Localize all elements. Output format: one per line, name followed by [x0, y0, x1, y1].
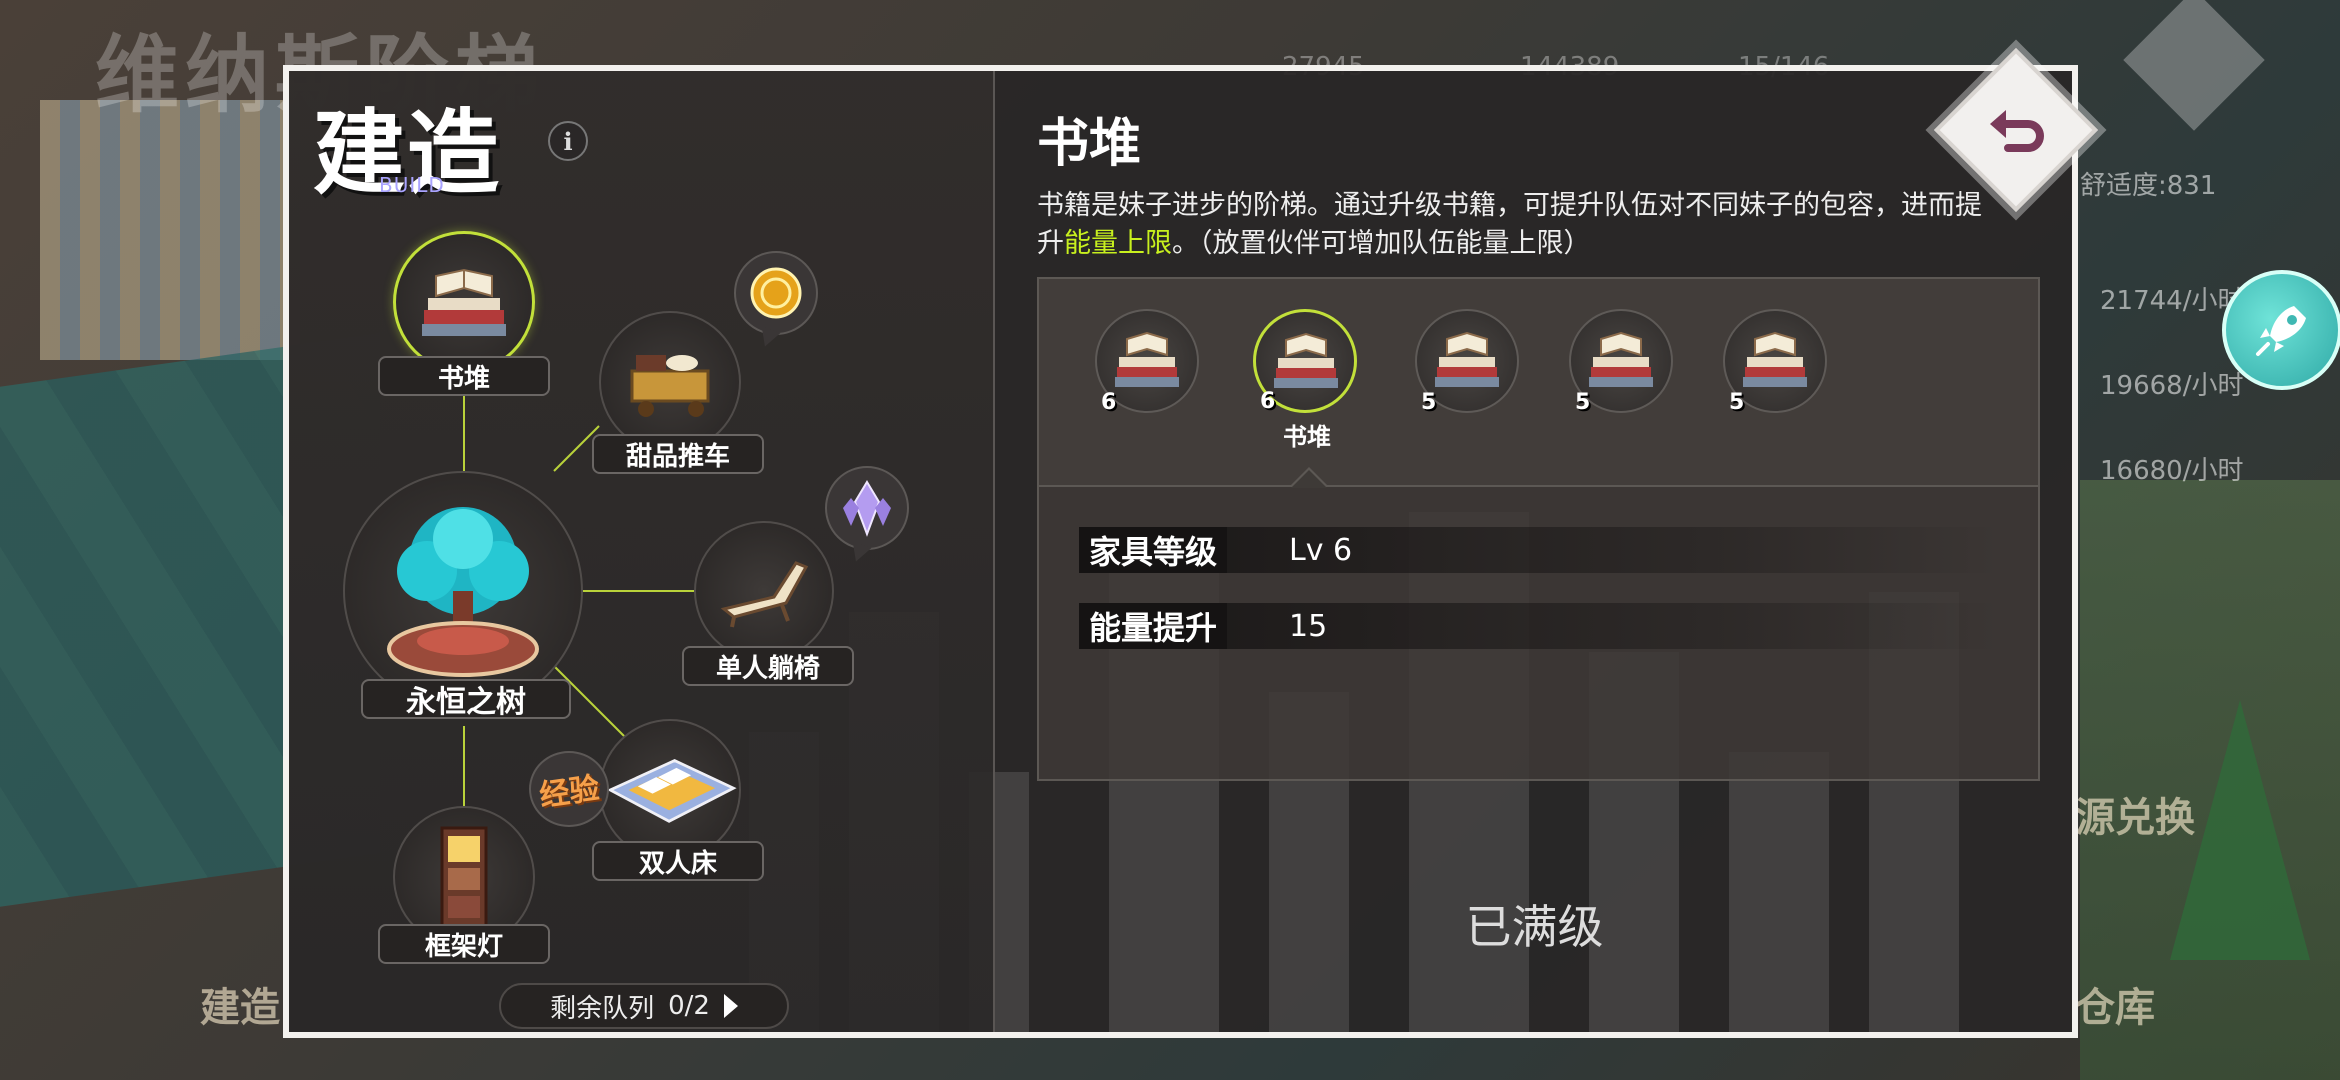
desc-highlight: 能量上限: [1064, 228, 1172, 259]
exp-reward-bubble: 经验: [529, 751, 609, 827]
stat-row-furniture-level: 家具等级 Lv 6: [1079, 527, 1999, 573]
tree-node-eternal-tree-label: 永恒之树: [361, 679, 571, 720]
level-slot-number: 5: [1575, 390, 1591, 415]
max-level-status: 已满级: [1465, 900, 1604, 954]
tree-node-double-bed-label: 双人床: [592, 841, 764, 881]
tree-node-frame-lamp-label: 框架灯: [378, 924, 550, 964]
tree-node-dessert-cart-label: 甜品推车: [592, 434, 764, 474]
queue-label: 剩余队列: [550, 993, 655, 1024]
exp-badge: 经验: [537, 770, 602, 814]
level-slot-1[interactable]: 6: [1095, 309, 1199, 415]
stat-value: 15: [1289, 608, 1328, 644]
stat-value: Lv 6: [1289, 532, 1353, 568]
tree-node-double-bed[interactable]: [599, 719, 741, 861]
item-description: 书籍是妹子进步的阶梯。通过升级书籍，可提升队伍对不同妹子的包容，进而提升能量上限…: [1037, 187, 1997, 263]
double-bed-icon: [607, 759, 737, 823]
crystal-reward-bubble: [825, 466, 909, 550]
gold-coin-icon: [750, 267, 802, 319]
level-slot-number: 6: [1260, 389, 1276, 414]
exchange-label[interactable]: 源兑换: [2075, 785, 2195, 843]
return-arrow-icon: [1990, 110, 2044, 152]
detail-pane: 书堆 书籍是妹子进步的阶梯。通过升级书籍，可提升队伍对不同妹子的包容，进而提升能…: [997, 71, 2072, 1032]
tree-node-bookpile-label: 书堆: [378, 356, 550, 396]
build-shortcut-label[interactable]: 建造: [200, 975, 280, 1033]
tree-node-lounge-chair[interactable]: [694, 521, 834, 661]
queue-value: 0/2: [668, 991, 710, 1021]
rocket-button[interactable]: [2222, 270, 2340, 390]
queue-indicator[interactable]: 剩余队列 0/2: [499, 983, 789, 1029]
build-tree-pane: 建造 BUILD i 书堆 甜品推车 永恒之树 单人躺椅 双人床 经验 框架灯 …: [289, 71, 995, 1032]
selection-pointer: [1289, 467, 1329, 488]
level-slot-5[interactable]: 5: [1723, 309, 1827, 415]
level-slot-number: 5: [1729, 390, 1745, 415]
background-back-button[interactable]: [2120, 0, 2265, 131]
rate-3: 16680/小时: [2100, 456, 2244, 486]
stat-key: 家具等级: [1079, 527, 1228, 573]
level-slot-3[interactable]: 5: [1415, 309, 1519, 415]
tree-node-bookpile[interactable]: [393, 231, 535, 373]
back-button[interactable]: [1926, 40, 2106, 220]
eternal-tree-icon: [387, 507, 539, 677]
lounge-chair-icon: [720, 561, 809, 628]
tree-node-eternal-tree[interactable]: [343, 471, 583, 711]
play-arrow-icon: [723, 994, 738, 1018]
level-slot-number: 5: [1421, 390, 1437, 415]
desc-text-after: 。（放置伙伴可增加队伍能量上限）: [1172, 228, 1591, 259]
frame-lamp-icon: [440, 826, 488, 928]
bookpile-icon: [422, 268, 506, 336]
stat-key: 能量提升: [1079, 603, 1228, 649]
warehouse-label[interactable]: 仓库: [2075, 975, 2155, 1033]
build-panel: 建造 BUILD i 书堆 甜品推车 永恒之树 单人躺椅 双人床 经验 框架灯 …: [283, 65, 2078, 1038]
coin-reward-bubble: [734, 251, 818, 335]
crystal-icon: [843, 480, 891, 537]
item-name: 书堆: [1037, 113, 1142, 174]
level-slot-2[interactable]: 6: [1253, 309, 1357, 414]
scene-wall: [40, 100, 300, 360]
rate-1: 21744/小时: [2100, 286, 2244, 316]
dessert-cart-icon: [630, 355, 710, 417]
rocket-icon: [2256, 306, 2306, 356]
level-selector: 6 6 书堆 5 5 5: [1037, 277, 2040, 487]
level-slot-label: 书堆: [1283, 423, 1331, 451]
stats-panel: 家具等级 Lv 6 能量提升 15: [1037, 467, 2040, 781]
tree-node-dessert-cart[interactable]: [599, 311, 741, 453]
rate-2: 19668/小时: [2100, 371, 2244, 401]
level-slot-number: 6: [1101, 390, 1117, 415]
level-slot-4[interactable]: 5: [1569, 309, 1673, 415]
stat-row-energy-boost: 能量提升 15: [1079, 603, 1999, 649]
tree-node-lounge-chair-label: 单人躺椅: [682, 646, 854, 686]
